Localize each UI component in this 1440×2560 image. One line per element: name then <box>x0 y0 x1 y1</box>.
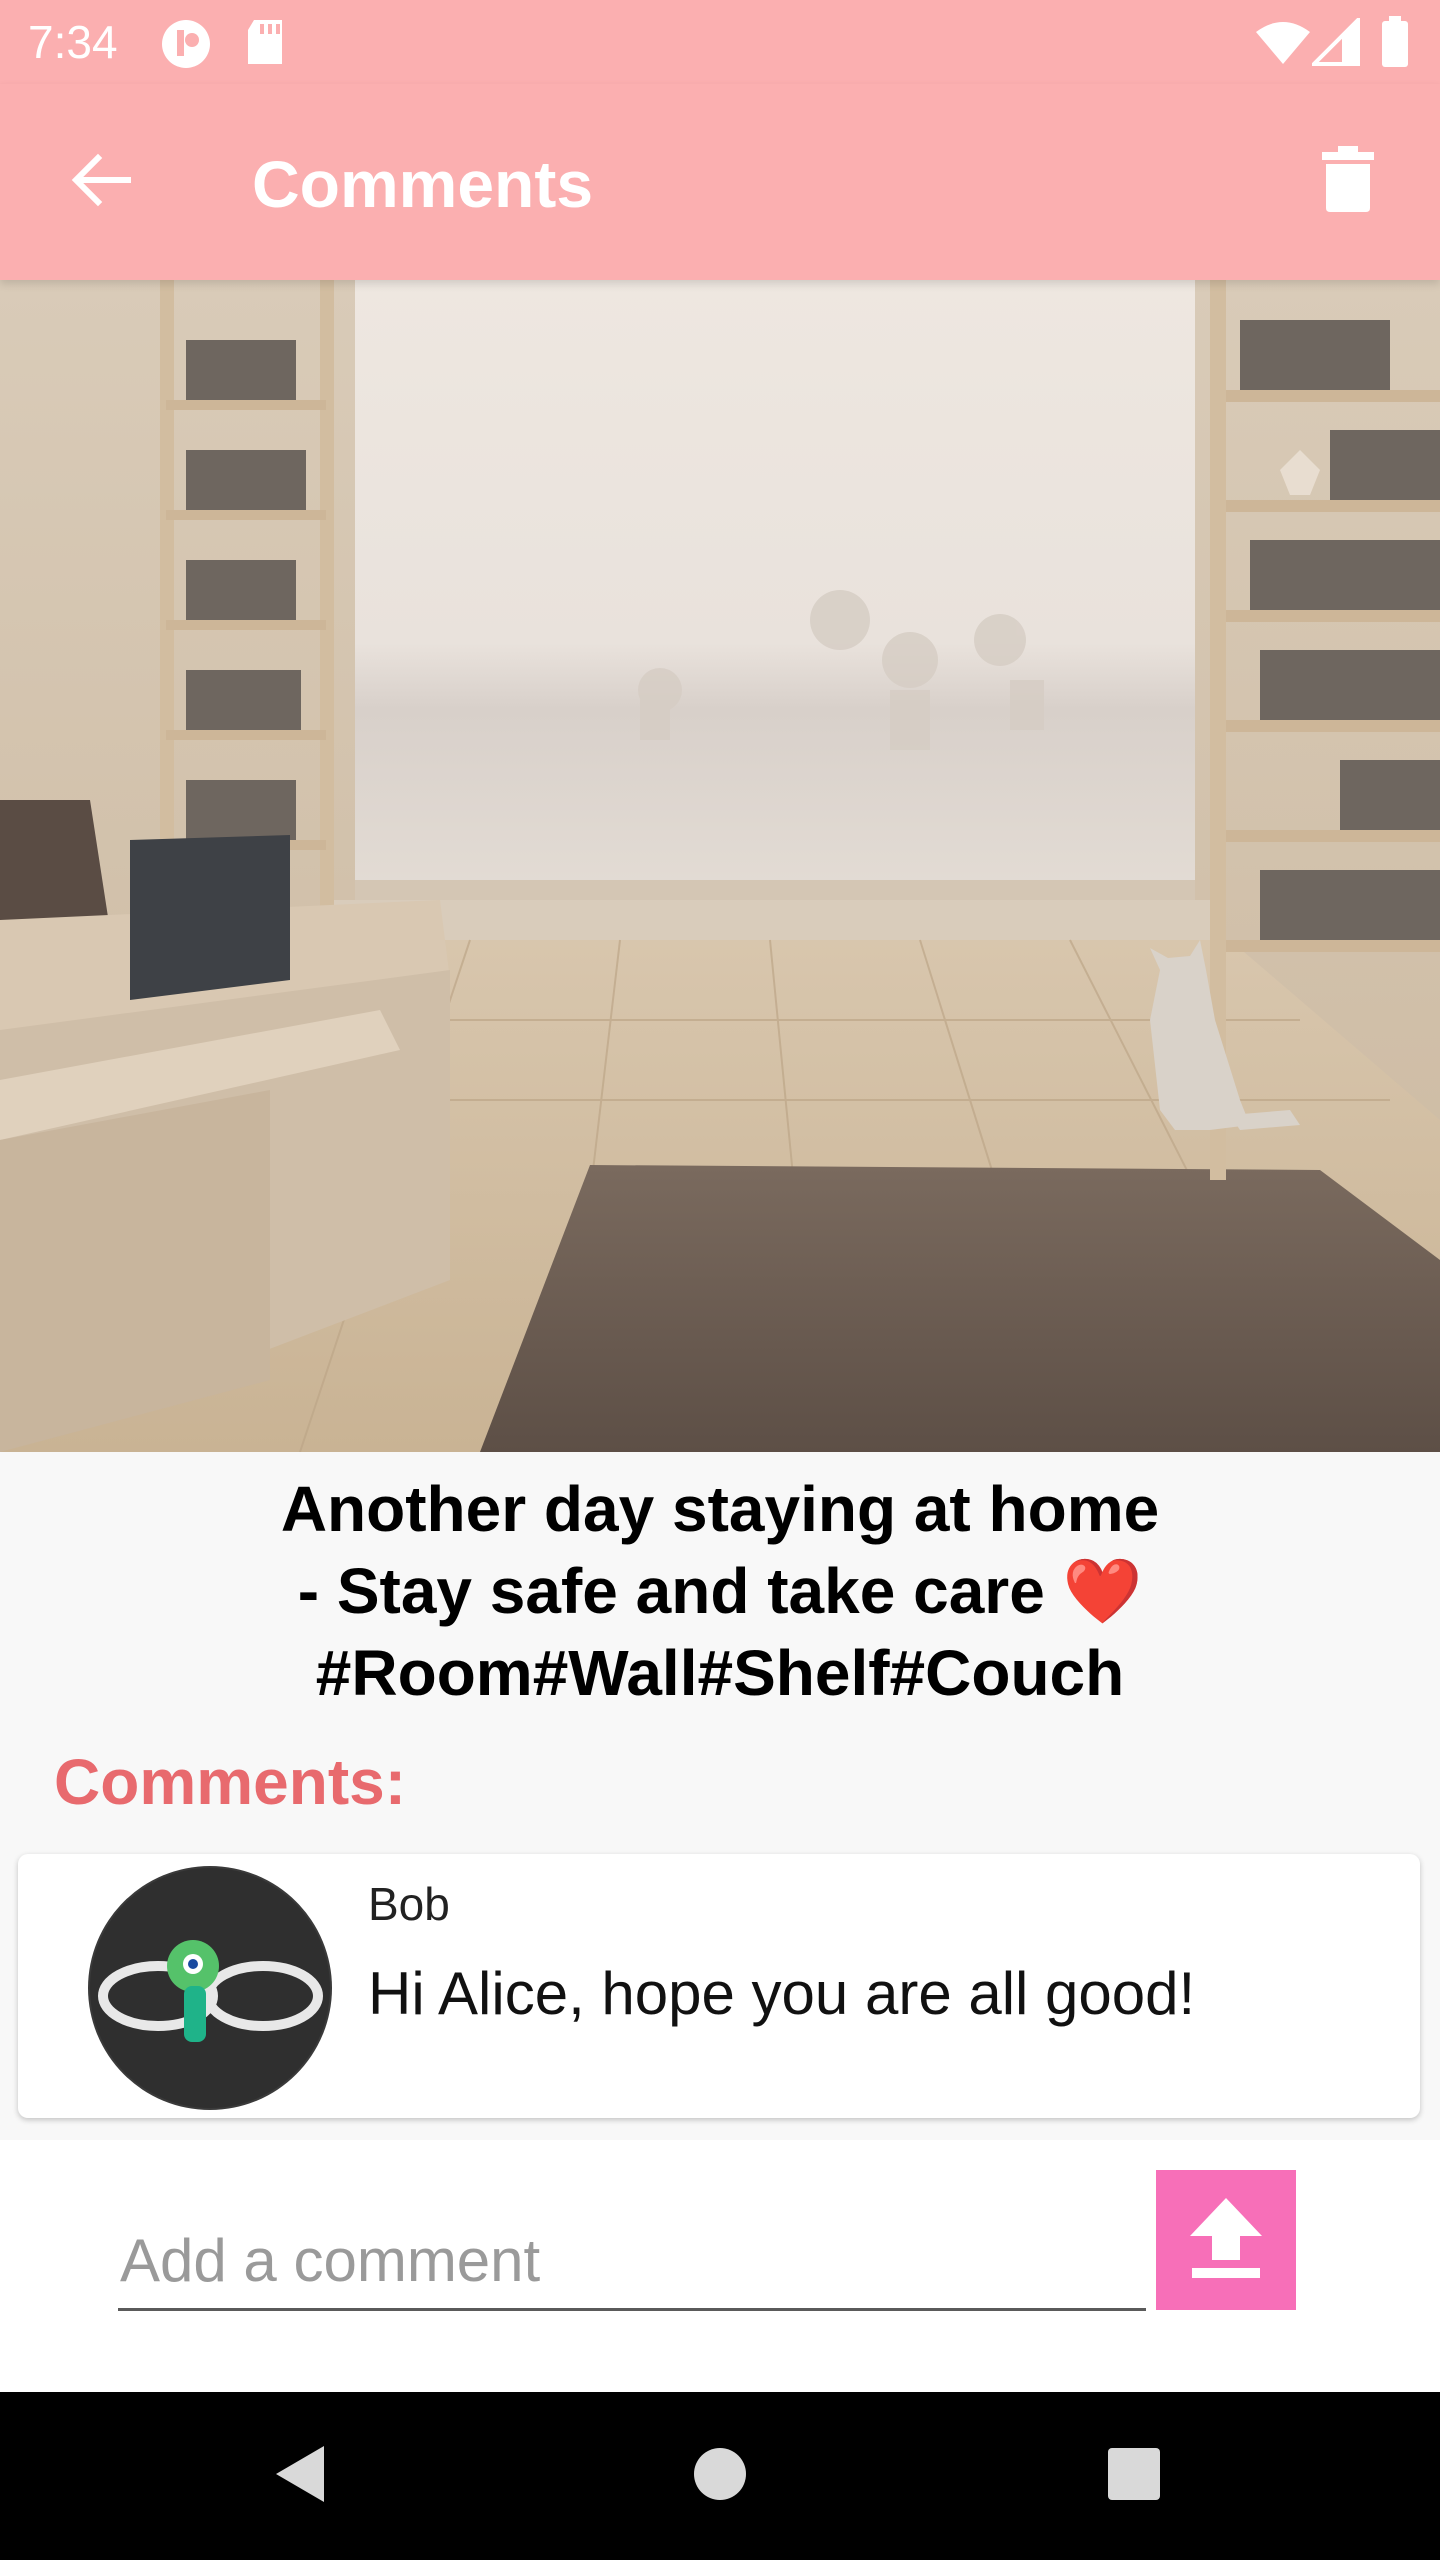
battery-icon <box>1380 16 1410 73</box>
app-bar: Comments <box>0 84 1440 280</box>
status-time: 7:34 <box>28 16 118 68</box>
back-triangle-icon <box>270 2442 330 2511</box>
comment-author: Bob <box>368 1878 450 1930</box>
comment-input-bar <box>0 2140 1440 2392</box>
caption-line-1: Another day staying at home <box>280 1473 1160 1545</box>
delete-button[interactable] <box>1298 132 1398 232</box>
caption-line-2: - Stay safe and take care ❤️ <box>0 1550 1440 1632</box>
heart-emoji: ❤️ <box>1062 1555 1143 1627</box>
post-image <box>0 280 1440 1452</box>
comment-card[interactable]: Bob Hi Alice, hope you are all good! <box>18 1854 1420 2118</box>
signal-icon <box>1309 15 1360 71</box>
upload-icon <box>1178 2190 1274 2291</box>
home-circle-icon <box>692 2446 748 2507</box>
sd-card-icon <box>244 18 286 73</box>
arrow-back-icon <box>68 148 132 217</box>
recents-square-icon <box>1107 2447 1161 2506</box>
avatar[interactable] <box>88 1866 332 2110</box>
nav-back-button[interactable] <box>250 2426 350 2526</box>
nav-home-button[interactable] <box>670 2426 770 2526</box>
comments-heading: Comments: <box>54 1746 407 1818</box>
nav-recents-button[interactable] <box>1084 2426 1184 2526</box>
system-nav-bar <box>0 2392 1440 2560</box>
app-notification-icon <box>160 18 212 75</box>
status-bar: 7:34 <box>0 0 1440 84</box>
caption-hashtags: #Room#Wall#Shelf#Couch <box>315 1637 1125 1709</box>
caption-line-2-text: - Stay safe and take care <box>297 1555 1045 1627</box>
send-comment-button[interactable] <box>1156 2170 1296 2310</box>
back-button[interactable] <box>50 132 150 232</box>
wifi-icon <box>1254 20 1312 71</box>
page-title: Comments <box>252 147 594 221</box>
trash-icon <box>1320 145 1376 219</box>
comment-input[interactable] <box>118 2212 1146 2311</box>
comment-text: Hi Alice, hope you are all good! <box>368 1960 1196 2027</box>
post-caption: Another day staying at home - Stay safe … <box>0 1468 1440 1714</box>
